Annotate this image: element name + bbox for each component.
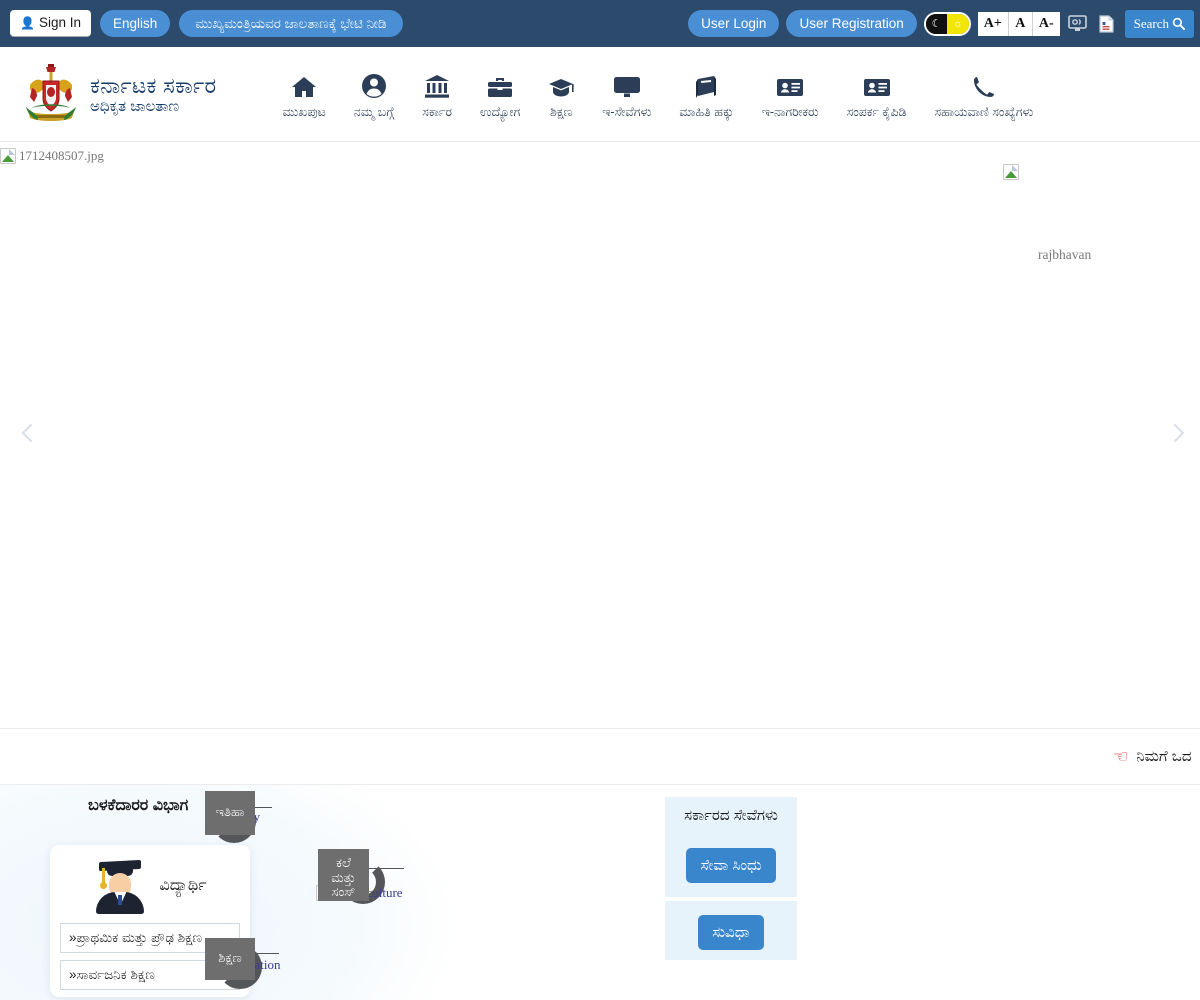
chevron-left-icon: [21, 423, 33, 443]
ticker-content[interactable]: ☞ ನಿಮಗೆ ಒದ: [1113, 747, 1192, 767]
graduation-cap-icon: [548, 69, 574, 99]
brand-text: ಕರ್ನಾಟಕ ಸರ್ಕಾರ ಅಧಿಕೃತ ಜಾಲತಾಣ: [90, 73, 216, 116]
nav-label: ಸಹಾಯವಾಣಿ ಸಂಖ್ಯೆಗಳು: [934, 104, 1034, 119]
history-label-text: ಇತಿಹಾ: [215, 804, 245, 819]
carousel-prev-button[interactable]: [16, 421, 40, 452]
sign-in-button[interactable]: 👤 Sign In: [10, 10, 91, 37]
user-section-title: ಬಳಕೆದಾರರ ವಿಭಾಗ: [88, 797, 189, 814]
art-label-line-3: ಸಂಸ್: [331, 884, 356, 900]
hero-carousel[interactable]: 1712408507.jpg rajbhavan ಅಭಿಪ್ರಾಯ / ಸಲಹೆ…: [0, 142, 1200, 728]
carousel-image-alt-text: 1712408507.jpg: [19, 148, 104, 163]
font-normal-button[interactable]: A: [1008, 11, 1033, 36]
student-card-header: ವಿದ್ಯಾರ್ಥಿ: [50, 853, 250, 923]
sign-in-label: Sign In: [38, 15, 81, 31]
services-secondary-block: ಸುವಿಧಾ: [665, 900, 797, 960]
nav-item-rti[interactable]: ಮಾಹಿತಿ ಹಕ್ಕು: [665, 69, 747, 120]
brand-line-1: ಕರ್ನಾಟಕ ಸರ್ಕಾರ: [90, 72, 217, 98]
pointing-hand-icon: ☞: [1113, 746, 1129, 766]
theme-toggle[interactable]: ☾ ☼: [923, 11, 971, 36]
rajbhavan-broken-image[interactable]: [1003, 164, 1022, 180]
screen-reader-icon[interactable]: [1067, 12, 1089, 36]
suvidha-button[interactable]: ಸುವಿಧಾ: [698, 914, 764, 950]
nav-label: ಮುಖಪುಟ: [282, 104, 326, 119]
broken-image-icon: [1003, 164, 1019, 180]
carousel-broken-image[interactable]: 1712408507.jpg: [0, 148, 104, 164]
topbar-right-group: User Login User Registration ☾ ☼ A+ A A-: [688, 0, 1194, 47]
nav-item-government[interactable]: ಸರ್ಕಾರ: [408, 69, 466, 120]
lower-content-area: ಬಳಕೆದಾರರ ವಿಭಾಗ ವಿದ್ಯಾರ್ಥಿ »ಪ್ರಾಥಮಿಕ ಮತ್ತ…: [0, 785, 1200, 1000]
ticker-text: ನಿಮಗೆ ಒದ: [1136, 748, 1192, 765]
nav-label: ಸರ್ಕಾರ: [422, 104, 452, 119]
font-increase-button[interactable]: A+: [977, 11, 1009, 36]
nav-label: ಇ-ಸೇವೆಗಳು: [602, 104, 652, 119]
user-registration-button[interactable]: User Registration: [786, 9, 917, 38]
book-icon: [694, 69, 720, 99]
nav-label: ನಮ್ಮ ಬಗ್ಗೆ: [353, 104, 395, 119]
nav-label: ಶಿಕ್ಷಣ: [549, 104, 573, 119]
font-decrease-button[interactable]: A-: [1032, 11, 1060, 36]
student-card-label: ವಿದ್ಯಾರ್ಥಿ: [159, 877, 207, 894]
search-label: Search: [1133, 15, 1169, 31]
art-tile-line: [364, 868, 404, 869]
site-header: ಕರ್ನಾಟಕ ಸರ್ಕಾರ ಅಧಿಕೃತ ಜಾಲತಾಣ ಮುಖಪುಟ ನಮ್ಮ…: [0, 47, 1200, 142]
top-utility-bar: 👤 Sign In English ಮುಖ್ಯಮಂತ್ರಿಯವರ ಜಾಲತಾಣಕ…: [0, 0, 1200, 47]
seva-sindhu-button[interactable]: ಸೇವಾ ಸಿಂಧು: [686, 847, 776, 883]
nav-item-helpline-numbers[interactable]: ಸಹಾಯವಾಣಿ ಸಂಖ್ಯೆಗಳು: [920, 69, 1047, 120]
main-navigation: ಮುಖಪುಟ ನಮ್ಮ ಬಗ್ಗೆ ಸರ್ಕಾರ ಉದ್ಯೋಗ ಶಿಕ್ಷಣ ಇ…: [268, 69, 1047, 120]
phone-icon: [972, 69, 996, 99]
nav-label: ಇ-ನಾಗರೀಕರು: [761, 104, 819, 119]
id-card-icon: [863, 69, 891, 99]
document-icon[interactable]: [1096, 12, 1118, 36]
user-login-button[interactable]: User Login: [688, 9, 780, 38]
user-icon: 👤: [20, 16, 35, 30]
art-tile-label[interactable]: ಕಲೆ ಮತ್ತು ಸಂಸ್: [318, 849, 369, 901]
nav-item-about-us[interactable]: ನಮ್ಮ ಬಗ್ಗೆ: [340, 69, 408, 120]
font-size-controls: A+ A A-: [977, 11, 1060, 36]
search-icon: [1172, 17, 1185, 30]
services-primary-block: ಸರ್ಕಾರದ ಸೇವೆಗಳು ಸೇವಾ ಸಿಂಧು: [665, 797, 797, 897]
nav-item-employment[interactable]: ಉದ್ಯೋಗ: [466, 69, 534, 120]
nav-label: ಉದ್ಯೋಗ: [480, 104, 521, 119]
id-card-icon: [776, 69, 804, 99]
language-switch-button[interactable]: English: [99, 9, 171, 38]
rajbhavan-caption: rajbhavan: [1038, 247, 1092, 262]
carousel-next-button[interactable]: [1166, 421, 1190, 452]
education-tile-label[interactable]: ಶಿಕ್ಷಣ: [205, 938, 255, 980]
government-services-panel: ಸರ್ಕಾರದ ಸೇವೆಗಳು ಸೇವಾ ಸಿಂಧು ಸುವಿಧಾ: [665, 797, 797, 960]
graduate-student-icon: [93, 859, 147, 914]
search-button[interactable]: Search: [1124, 9, 1194, 38]
nav-item-e-citizens[interactable]: ಇ-ನಾಗರೀಕರು: [748, 69, 833, 120]
broken-image-icon: [0, 148, 16, 164]
sun-icon[interactable]: ☼: [947, 13, 969, 34]
brand-line-2: ಅಧಿಕೃತ ಜಾಲತಾಣ: [90, 98, 180, 116]
nav-label: ಮಾಹಿತಿ ಹಕ್ಕು: [679, 104, 734, 119]
nav-item-contact-directory[interactable]: ಸಂಪರ್ಕ ಕೈಪಿಡಿ: [833, 69, 921, 120]
briefcase-icon: [487, 69, 513, 99]
moon-icon[interactable]: ☾: [925, 13, 948, 34]
art-label-line-1: ಕಲೆ: [336, 855, 351, 870]
brand-logo[interactable]: ಕರ್ನಾಟಕ ಸರ್ಕಾರ ಅಧಿಕೃತ ಜಾಲತಾಣ: [0, 61, 216, 127]
cm-website-link[interactable]: ಮುಖ್ಯಮಂತ್ರಿಯವರ ಜಾಲತಾಣಕ್ಕೆ ಭೇಟಿ ನೀಡಿ: [179, 9, 403, 38]
bank-icon: [424, 69, 450, 99]
home-icon: [291, 69, 317, 99]
services-title: ಸರ್ಕಾರದ ಸೇವೆಗಳು: [684, 807, 778, 824]
monitor-icon: [613, 69, 641, 99]
art-label-line-2: ಮತ್ತು: [331, 869, 356, 885]
nav-item-education[interactable]: ಶಿಕ್ಷಣ: [534, 69, 588, 120]
chevron-right-icon: [1173, 423, 1185, 443]
topbar-left-group: 👤 Sign In English ಮುಖ್ಯಮಂತ್ರಿಯವರ ಜಾಲತಾಣಕ…: [10, 9, 403, 38]
karnataka-state-emblem-icon: [26, 64, 76, 121]
nav-item-home[interactable]: ಮುಖಪುಟ: [268, 69, 339, 120]
nav-label: ಸಂಪರ್ಕ ಕೈಪಿಡಿ: [846, 104, 907, 119]
education-label-text: ಶಿಕ್ಷಣ: [218, 950, 242, 965]
nav-item-e-services[interactable]: ಇ-ಸೇವೆಗಳು: [588, 69, 665, 120]
announcement-ticker: ☞ ನಿಮಗೆ ಒದ: [0, 728, 1200, 785]
history-tile-label[interactable]: ಇತಿಹಾ: [205, 791, 255, 835]
user-circle-icon: [361, 69, 387, 99]
